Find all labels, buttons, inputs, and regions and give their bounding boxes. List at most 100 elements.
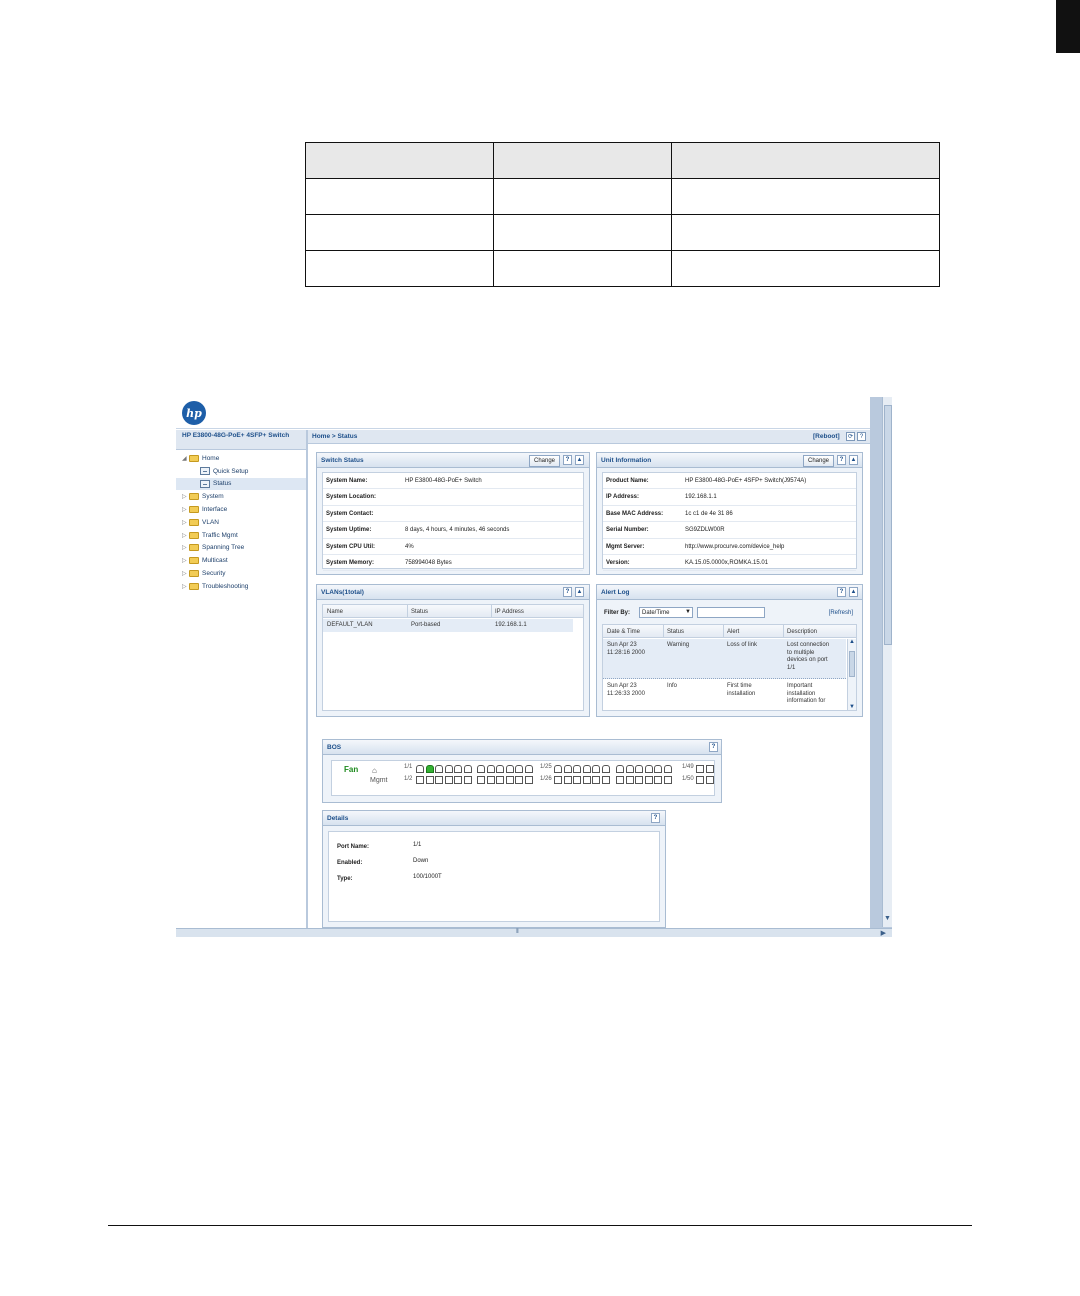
sfp-port[interactable] — [705, 776, 714, 784]
nav-item[interactable]: ▷ Traffic Mgmt — [176, 529, 306, 542]
port[interactable] — [454, 776, 462, 784]
sfp-port[interactable] — [696, 765, 704, 773]
port[interactable] — [625, 776, 634, 784]
help-icon[interactable]: ? — [857, 432, 866, 441]
help-icon[interactable]: ? — [651, 813, 660, 823]
scroll-grip-icon[interactable]: ⦀ — [516, 929, 519, 936]
port[interactable] — [563, 765, 572, 773]
sfp-port[interactable] — [696, 776, 704, 784]
refresh-icon[interactable]: ⟳ — [846, 432, 855, 441]
nav-item[interactable]: ◢ Home — [176, 452, 306, 465]
nav-item[interactable]: ▷ Interface — [176, 503, 306, 516]
scroll-down-arrow-icon[interactable]: ▼ — [849, 704, 855, 710]
change-button[interactable]: Change — [529, 455, 561, 467]
collapse-icon[interactable]: ▲ — [849, 587, 858, 597]
change-button[interactable]: Change — [803, 455, 835, 467]
alert-scrollbar[interactable]: ▲ ▼ — [847, 639, 856, 710]
expanded-arrow-icon[interactable]: ◢ — [182, 455, 189, 462]
port[interactable] — [616, 776, 624, 784]
column-header-name[interactable]: Name — [327, 609, 343, 615]
refresh-link[interactable]: [Refresh] — [829, 610, 853, 616]
help-icon[interactable]: ? — [837, 587, 846, 597]
port[interactable] — [416, 765, 424, 773]
port[interactable] — [663, 776, 672, 784]
column-header-status[interactable]: Status — [667, 629, 684, 635]
port[interactable] — [616, 765, 624, 773]
port[interactable] — [463, 765, 472, 773]
column-header-status[interactable]: Status — [411, 609, 428, 615]
port[interactable] — [601, 765, 610, 773]
port[interactable] — [573, 776, 581, 784]
port[interactable] — [486, 776, 495, 784]
vertical-scrollbar[interactable]: ▼ — [882, 397, 892, 927]
port[interactable] — [573, 765, 581, 773]
port[interactable] — [563, 776, 572, 784]
scroll-right-arrow-icon[interactable]: ▶ — [881, 929, 886, 937]
port[interactable] — [486, 765, 495, 773]
scroll-down-arrow-icon[interactable]: ▼ — [883, 915, 892, 923]
port[interactable] — [635, 776, 643, 784]
help-icon[interactable]: ? — [563, 587, 572, 597]
table-row[interactable]: Sun Apr 23 11:28:16 2000 Warning Loss of… — [603, 639, 846, 679]
port[interactable] — [524, 765, 533, 773]
reboot-link[interactable]: [Reboot] — [813, 433, 840, 440]
help-icon[interactable]: ? — [837, 455, 846, 465]
port[interactable] — [524, 776, 533, 784]
port[interactable] — [644, 765, 653, 773]
nav-item[interactable]: ▷ Troubleshooting — [176, 580, 306, 593]
filter-select[interactable]: Date/Time ▼ — [639, 607, 693, 618]
collapsed-arrow-icon[interactable]: ▷ — [182, 583, 189, 590]
port[interactable] — [663, 765, 672, 773]
port[interactable] — [444, 765, 453, 773]
port[interactable] — [505, 765, 514, 773]
collapse-icon[interactable]: ▲ — [575, 587, 584, 597]
port[interactable] — [582, 776, 591, 784]
collapse-icon[interactable]: ▲ — [575, 455, 584, 465]
port[interactable] — [416, 776, 424, 784]
column-header-ip[interactable]: IP Address — [495, 609, 524, 615]
port[interactable] — [435, 776, 443, 784]
port[interactable] — [644, 776, 653, 784]
port[interactable] — [625, 765, 634, 773]
column-header-description[interactable]: Description — [787, 629, 817, 635]
port[interactable] — [592, 765, 600, 773]
port[interactable] — [654, 776, 662, 784]
table-row[interactable]: DEFAULT_VLAN Port-based 192.168.1.1 — [323, 619, 573, 632]
table-row[interactable]: Sun Apr 23 11:26:33 2000 Info First time… — [603, 681, 846, 703]
port[interactable] — [454, 765, 462, 773]
port[interactable] — [477, 765, 485, 773]
port[interactable] — [601, 776, 610, 784]
scrollbar-thumb[interactable] — [849, 651, 855, 677]
port[interactable] — [505, 776, 514, 784]
collapsed-arrow-icon[interactable]: ▷ — [182, 506, 189, 513]
collapsed-arrow-icon[interactable]: ▷ — [182, 544, 189, 551]
scrollbar-thumb[interactable] — [884, 405, 892, 645]
horizontal-scrollbar[interactable]: ⦀ ▶ — [176, 928, 892, 937]
port[interactable] — [496, 765, 504, 773]
nav-item[interactable]: ▷ VLAN — [176, 516, 306, 529]
nav-item[interactable]: ▷ Security — [176, 567, 306, 580]
port[interactable] — [554, 765, 562, 773]
filter-input[interactable] — [697, 607, 765, 618]
nav-item[interactable]: Quick Setup — [176, 465, 306, 478]
port[interactable] — [592, 776, 600, 784]
scroll-up-arrow-icon[interactable]: ▲ — [849, 639, 855, 645]
column-header-datetime[interactable]: Date & Time — [607, 629, 640, 635]
collapsed-arrow-icon[interactable]: ▷ — [182, 519, 189, 526]
nav-item[interactable]: Status — [176, 477, 306, 491]
port[interactable] — [425, 776, 434, 784]
port[interactable] — [496, 776, 504, 784]
port[interactable] — [654, 765, 662, 773]
port[interactable] — [582, 765, 591, 773]
collapsed-arrow-icon[interactable]: ▷ — [182, 557, 189, 564]
collapsed-arrow-icon[interactable]: ▷ — [182, 493, 189, 500]
port[interactable] — [435, 765, 443, 773]
column-header-alert[interactable]: Alert — [727, 629, 739, 635]
collapsed-arrow-icon[interactable]: ▷ — [182, 532, 189, 539]
collapsed-arrow-icon[interactable]: ▷ — [182, 570, 189, 577]
nav-item[interactable]: ▷ Spanning Tree — [176, 542, 306, 555]
sfp-port[interactable] — [705, 765, 714, 773]
port[interactable] — [515, 765, 523, 773]
port[interactable] — [635, 765, 643, 773]
nav-item[interactable]: ▷ System — [176, 490, 306, 503]
